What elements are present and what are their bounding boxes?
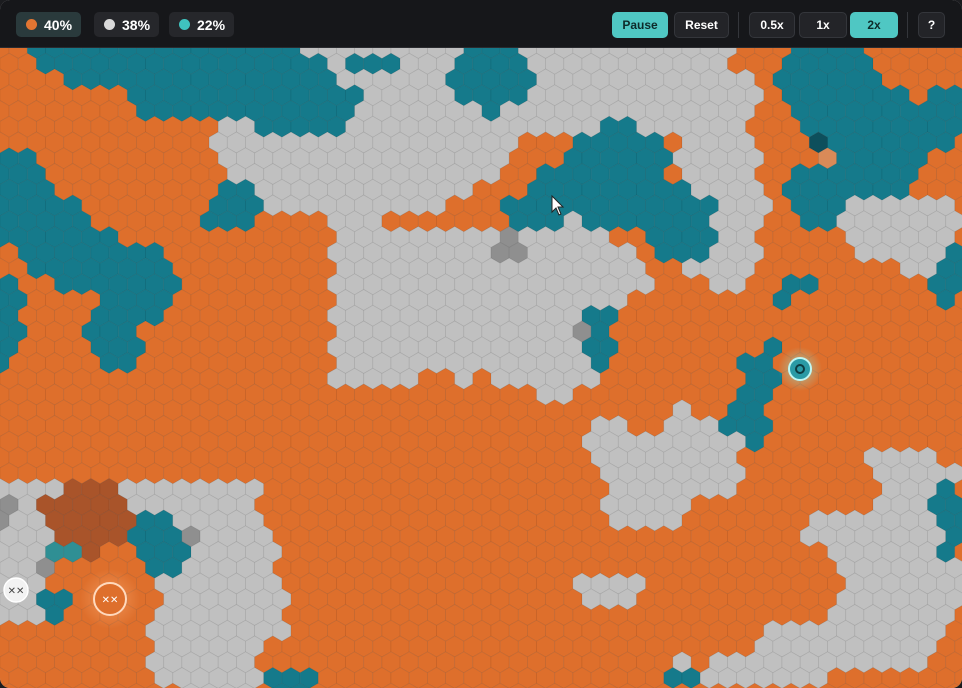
- speed-1x-button[interactable]: 1x: [799, 12, 847, 38]
- speed-2x-button[interactable]: 2x: [850, 12, 898, 38]
- orange-team-icon: [26, 19, 37, 30]
- orange-unit[interactable]: ✕✕: [80, 569, 140, 629]
- help-button[interactable]: ?: [918, 12, 945, 38]
- speed-half-button[interactable]: 0.5x: [749, 12, 795, 38]
- pause-button[interactable]: Pause: [612, 12, 668, 38]
- teal-team-icon: [179, 19, 190, 30]
- gray-unit[interactable]: ✕✕: [3, 577, 29, 603]
- gray-team-icon: [104, 19, 115, 30]
- gray-unit-label: ✕✕: [8, 586, 25, 597]
- teal-unit[interactable]: [778, 347, 822, 391]
- gray-share-label: 38%: [122, 16, 151, 33]
- teal-share-badge: 22%: [169, 12, 235, 37]
- teal-share-label: 22%: [197, 16, 226, 33]
- orange-unit-label: ✕✕: [102, 595, 119, 606]
- hex-grid[interactable]: ✕✕ ✕✕: [0, 48, 962, 688]
- orange-share-badge: 40%: [16, 12, 82, 37]
- gray-share-badge: 38%: [94, 12, 160, 37]
- top-toolbar: 40% 38% 22% Pause Reset 0.5x 1x 2x ?: [0, 0, 962, 48]
- game-window: 40% 38% 22% Pause Reset 0.5x 1x 2x ? ✕✕ …: [0, 0, 962, 688]
- toolbar-divider: [907, 12, 908, 38]
- toolbar-divider: [738, 12, 739, 38]
- reset-button[interactable]: Reset: [674, 12, 729, 38]
- orange-share-label: 40%: [44, 16, 73, 33]
- hex-board[interactable]: ✕✕ ✕✕: [0, 48, 962, 688]
